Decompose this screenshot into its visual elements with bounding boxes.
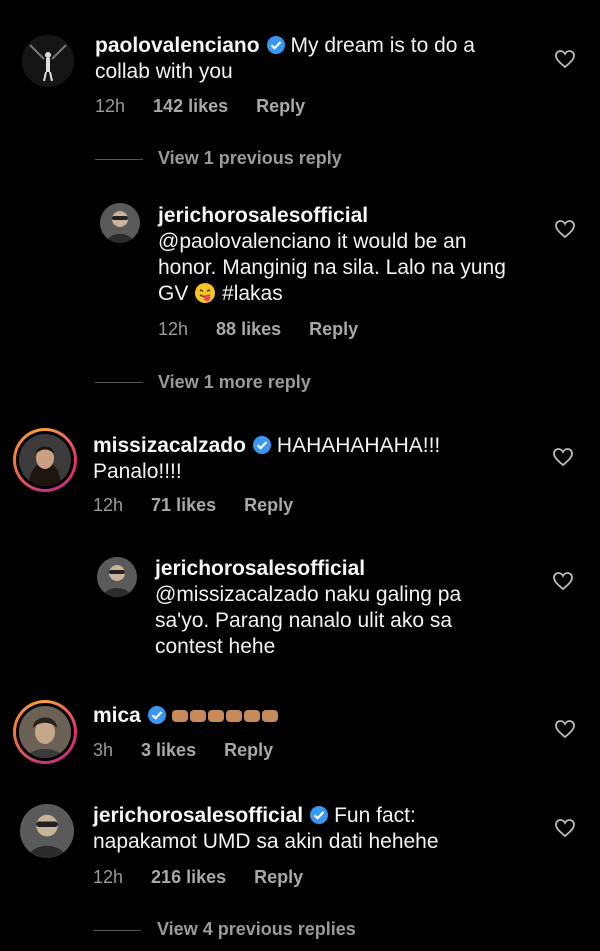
comment-meta: 12h 71 likes Reply <box>93 494 311 516</box>
story-ring[interactable] <box>13 700 77 764</box>
username[interactable]: jerichorosalesofficial <box>158 204 368 227</box>
comment-missizacalzado: missizacalzado HAHAHAHAHA!!! Panalo!!!! 1… <box>0 420 600 530</box>
timestamp: 12h <box>95 96 126 116</box>
comment-text: honor. Manginig na sila. Lalo na yung <box>158 256 506 279</box>
story-ring[interactable] <box>13 428 77 492</box>
avatar-missizacalzado <box>19 434 71 486</box>
hashtag-link[interactable]: #lakas <box>222 282 283 305</box>
username[interactable]: mica <box>93 704 141 727</box>
likes-count[interactable]: 3 likes <box>141 740 196 760</box>
tongue-face-emoji-icon <box>195 283 216 303</box>
likes-count[interactable]: 71 likes <box>151 495 216 515</box>
comment-mica: mica 3h 3 likes Reply <box>0 695 600 785</box>
reply-button[interactable]: Reply <box>256 96 305 116</box>
reply-button[interactable]: Reply <box>244 495 293 515</box>
comment-meta: 12h 88 likes Reply <box>158 318 376 340</box>
divider-line <box>93 930 141 931</box>
avatar-jerichorosalesofficial[interactable] <box>100 203 140 243</box>
comment-text: collab with you <box>95 60 233 83</box>
stage-figure-icon <box>22 35 74 87</box>
view-previous-replies-link[interactable]: View 4 previous replies <box>157 919 356 940</box>
comment-meta: 12h 216 likes Reply <box>93 866 321 888</box>
timestamp: 12h <box>158 319 189 339</box>
like-heart-icon[interactable] <box>552 571 574 591</box>
avatar-paolovalenciano[interactable] <box>22 35 74 87</box>
reply-button[interactable]: Reply <box>254 867 303 887</box>
like-heart-icon[interactable] <box>554 719 576 739</box>
comment-text: @paolovalenciano it would be an <box>158 230 467 253</box>
like-heart-icon[interactable] <box>552 447 574 467</box>
avatar-jerichorosalesofficial[interactable] <box>20 804 74 858</box>
likes-count[interactable]: 216 likes <box>151 867 226 887</box>
comment-text: @missizacalzado naku galing pa <box>155 583 462 606</box>
avatar-jerichorosalesofficial[interactable] <box>97 557 137 597</box>
timestamp: 12h <box>93 867 124 887</box>
divider-line <box>95 159 143 160</box>
person-photo-icon <box>97 557 137 597</box>
person-photo-icon <box>20 804 74 858</box>
comment-meta: 3h 3 likes Reply <box>93 739 291 761</box>
verified-badge-icon <box>147 706 166 724</box>
divider-line <box>95 382 143 383</box>
like-heart-icon[interactable] <box>554 219 576 239</box>
comment-text: Panalo!!!! <box>93 460 182 483</box>
comment-text: napakamot UMD sa akin dati hehehe <box>93 830 439 853</box>
raised-hands-emoji-icon <box>171 710 278 722</box>
verified-badge-icon <box>310 806 329 824</box>
username[interactable]: jerichorosalesofficial <box>93 804 303 827</box>
comment-meta: 12h 142 likes Reply <box>95 95 323 117</box>
username[interactable]: paolovalenciano <box>95 34 260 57</box>
reply-jerichorosalesofficial: jerichorosalesofficial @paolovalenciano … <box>0 190 600 350</box>
comment-paolovalenciano: paolovalenciano My dream is to do a colla… <box>0 0 600 140</box>
like-heart-icon[interactable] <box>554 49 576 69</box>
comment-text: GV <box>158 282 189 305</box>
username[interactable]: jerichorosalesofficial <box>155 557 365 580</box>
comment-text: contest hehe <box>155 635 276 658</box>
comment-text: My dream is to do a <box>290 34 475 57</box>
comment-text: sa'yo. Parang nanalo ulit ako sa <box>155 609 453 632</box>
view-more-reply-link[interactable]: View 1 more reply <box>158 372 311 393</box>
timestamp: 12h <box>93 495 124 515</box>
person-photo-icon <box>100 203 140 243</box>
reply-button[interactable]: Reply <box>224 740 273 760</box>
likes-count[interactable]: 142 likes <box>153 96 228 116</box>
like-heart-icon[interactable] <box>554 818 576 838</box>
view-previous-reply-link[interactable]: View 1 previous reply <box>158 148 342 169</box>
username[interactable]: missizacalzado <box>93 434 246 457</box>
reply-button[interactable]: Reply <box>309 319 358 339</box>
likes-count[interactable]: 88 likes <box>216 319 281 339</box>
avatar-mica <box>19 706 71 758</box>
person-photo-icon <box>19 434 71 486</box>
verified-badge-icon <box>266 36 285 54</box>
comment-text: Fun fact: <box>334 804 416 827</box>
person-photo-icon <box>19 706 71 758</box>
timestamp: 3h <box>93 740 114 760</box>
comment-jerichorosalesofficial: jerichorosalesofficial Fun fact: napakamo… <box>0 795 600 905</box>
verified-badge-icon <box>252 436 271 454</box>
comment-text: HAHAHAHAHA!!! <box>276 434 441 457</box>
reply-jerichorosalesofficial: jerichorosalesofficial @missizacalzado n… <box>0 545 600 675</box>
